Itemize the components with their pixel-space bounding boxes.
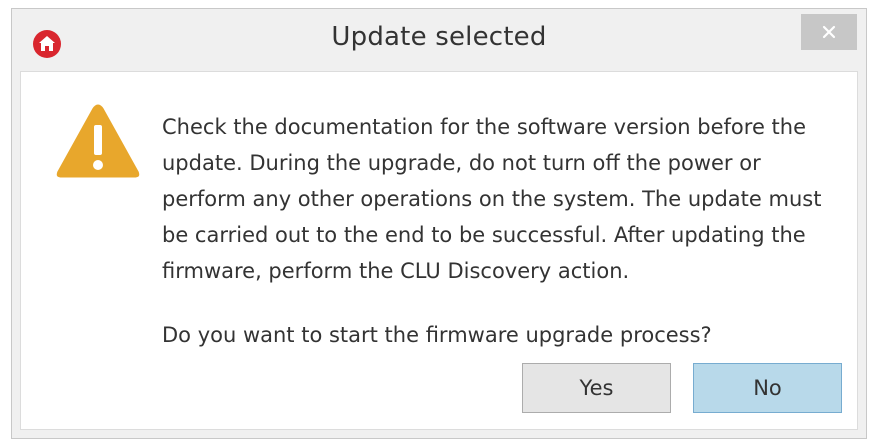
dialog-message: Check the documentation for the software… (162, 115, 822, 283)
no-button[interactable]: No (693, 363, 842, 413)
dialog-content: Check the documentation for the software… (20, 71, 858, 430)
title-bar[interactable]: Update selected (12, 9, 866, 71)
update-dialog: Update selected Check the documentation … (11, 8, 867, 439)
warning-icon (53, 101, 143, 181)
close-icon (822, 25, 836, 39)
yes-button[interactable]: Yes (522, 363, 671, 413)
dialog-title: Update selected (331, 22, 547, 52)
dialog-question: Do you want to start the firmware upgrad… (162, 323, 712, 347)
close-button[interactable] (801, 14, 857, 50)
